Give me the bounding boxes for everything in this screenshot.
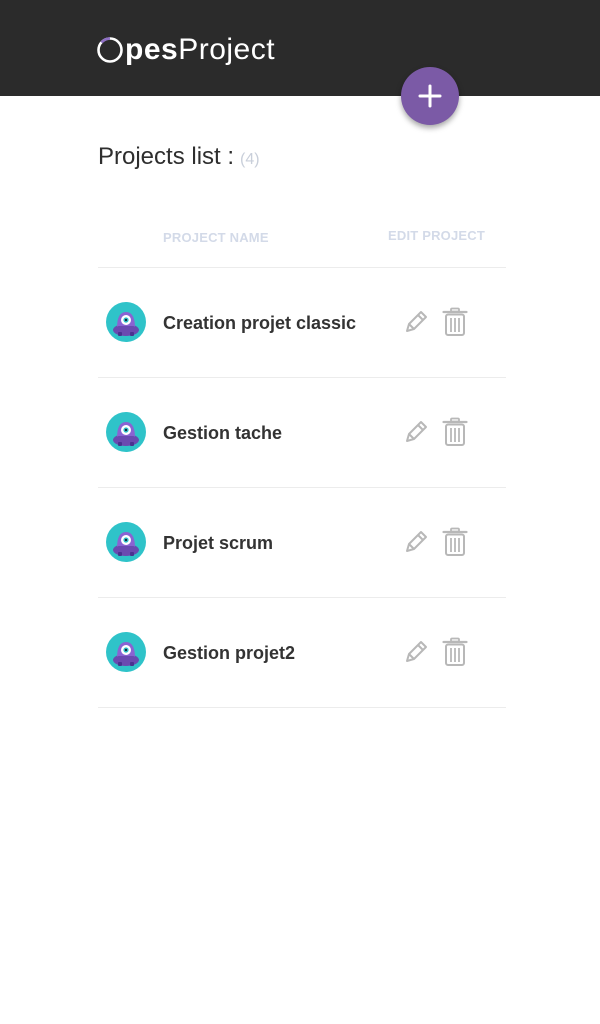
trash-icon[interactable] <box>442 527 468 557</box>
logo-o-icon <box>97 37 123 63</box>
robot-avatar-icon <box>106 522 146 562</box>
project-count: (4) <box>240 151 260 168</box>
project-row[interactable]: Gestion projet2 <box>98 598 506 707</box>
logo-bold-text: pes <box>125 33 179 66</box>
trash-icon[interactable] <box>442 307 468 337</box>
plus-icon <box>418 84 442 108</box>
robot-avatar-icon <box>106 412 146 452</box>
project-list: Creation projet classic Gestion tache Pr… <box>98 267 506 708</box>
logo-light-text: Project <box>178 33 276 66</box>
page-title-text: Projects list : <box>98 143 235 170</box>
project-name[interactable]: Creation projet classic <box>163 313 356 334</box>
project-name[interactable]: Gestion tache <box>163 423 282 444</box>
trash-icon[interactable] <box>442 417 468 447</box>
pencil-icon[interactable] <box>402 528 430 556</box>
project-name[interactable]: Gestion projet2 <box>163 643 295 664</box>
pencil-icon[interactable] <box>402 308 430 336</box>
project-name[interactable]: Projet scrum <box>163 533 273 554</box>
row-divider <box>98 707 506 708</box>
pencil-icon[interactable] <box>402 638 430 666</box>
column-header-edit-project: EDIT PROJECT <box>388 228 486 243</box>
robot-avatar-icon <box>106 302 146 342</box>
pencil-icon[interactable] <box>402 418 430 446</box>
top-bar: pes Project <box>0 0 600 96</box>
robot-avatar-icon <box>106 632 146 672</box>
trash-icon[interactable] <box>442 637 468 667</box>
app-logo[interactable]: pes Project <box>96 30 275 70</box>
column-header-project-name: PROJECT NAME <box>163 230 269 245</box>
project-row[interactable]: Gestion tache <box>98 378 506 487</box>
project-row[interactable]: Creation projet classic <box>98 268 506 377</box>
page-title: Projects list : (4) <box>98 143 260 171</box>
add-project-button[interactable] <box>401 67 459 125</box>
project-row[interactable]: Projet scrum <box>98 488 506 597</box>
